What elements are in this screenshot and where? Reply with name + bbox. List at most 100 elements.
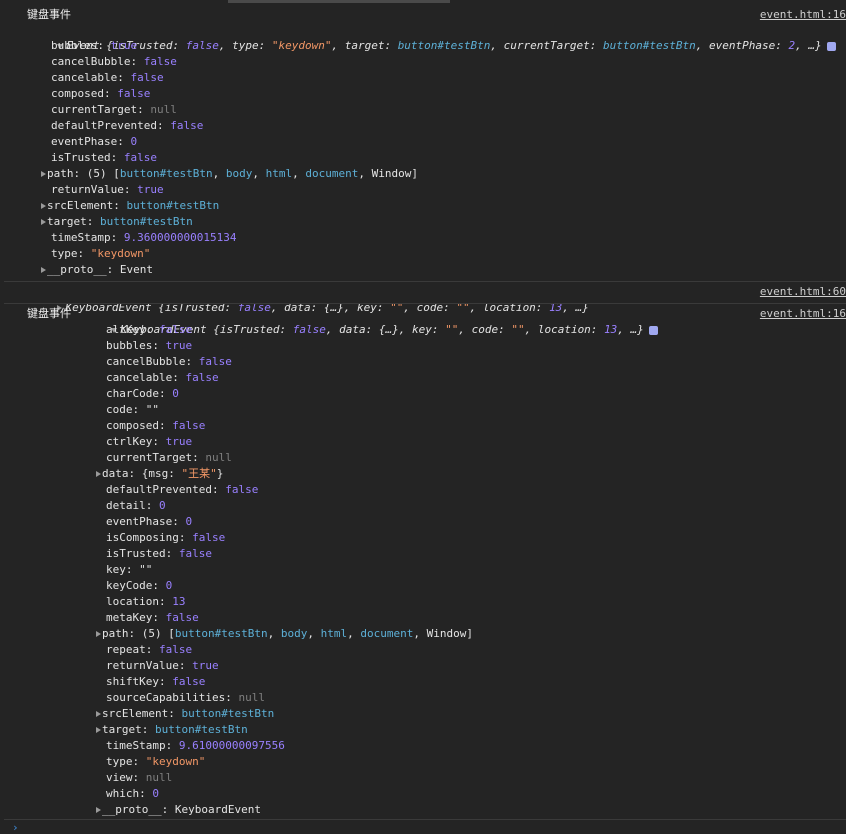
array-suffix: ]	[466, 627, 473, 640]
property-colon: :	[145, 323, 159, 336]
expand-triangle-icon[interactable]	[96, 727, 101, 733]
property-row: defaultPrevented: false	[51, 118, 203, 134]
property-row: cancelable: false	[106, 370, 219, 386]
property-row: timeStamp: 9.61000000097556	[106, 738, 285, 754]
property-row[interactable]: __proto__: Event	[41, 262, 153, 278]
property-colon: :	[165, 739, 179, 752]
property-value: false	[225, 483, 259, 496]
property-row[interactable]: srcElement: button#testBtn	[96, 706, 274, 722]
log-label: 键盘事件	[27, 307, 71, 320]
property-row: metaKey: false	[106, 610, 199, 626]
property-colon: :	[152, 579, 166, 592]
property-colon: :	[152, 339, 166, 352]
object-summary[interactable]: Event {isTrusted: false, type: "keydown"…	[30, 22, 836, 52]
property-key: bubbles	[106, 339, 153, 352]
expand-triangle-icon[interactable]	[96, 711, 101, 717]
property-colon: :	[130, 55, 144, 68]
summary-value: ""	[511, 323, 525, 336]
property-colon: :	[103, 87, 118, 100]
info-icon[interactable]	[648, 325, 658, 335]
property-key: repeat	[106, 643, 146, 656]
property-key: returnValue	[106, 659, 179, 672]
property-row[interactable]: path: (5) [button#testBtn, body, html, d…	[96, 626, 473, 642]
property-value: 0	[172, 387, 179, 400]
summary-value: "keydown"	[271, 39, 332, 52]
property-value: 0	[130, 135, 138, 148]
property-value: false	[159, 323, 193, 336]
info-icon[interactable]	[826, 41, 836, 51]
property-key: which	[106, 787, 140, 800]
summary-key: eventPhase:	[708, 39, 789, 52]
source-link[interactable]: event.html:60	[760, 284, 846, 300]
property-row: bubbles: true	[106, 338, 192, 354]
property-key: metaKey	[106, 611, 153, 624]
property-colon: :	[145, 499, 159, 512]
property-key: code	[106, 403, 133, 416]
array-comma: ,	[252, 167, 266, 180]
expand-triangle-icon[interactable]	[41, 267, 46, 273]
expand-triangle-icon[interactable]	[96, 471, 101, 477]
property-colon: :	[158, 387, 173, 400]
expand-triangle-icon[interactable]	[41, 203, 46, 209]
property-colon: :	[110, 231, 124, 244]
property-key: cancelable	[106, 371, 173, 384]
summary-comma: ,	[331, 39, 345, 52]
property-colon: :	[117, 71, 131, 84]
property-key: shiftKey	[106, 675, 159, 688]
summary-key: type:	[232, 39, 272, 52]
property-row[interactable]: data: {msg: "王某"}	[96, 466, 223, 482]
property-colon: :	[145, 643, 159, 656]
property-colon: :	[178, 659, 193, 672]
expand-triangle-icon[interactable]	[41, 171, 46, 177]
property-colon: :	[211, 483, 226, 496]
property-value: false	[172, 419, 206, 432]
property-row[interactable]: target: button#testBtn	[96, 722, 248, 738]
property-value: 0	[152, 787, 159, 800]
property-value: false	[178, 547, 212, 560]
source-link[interactable]: event.html:16	[760, 306, 846, 322]
array-item: document	[305, 167, 359, 180]
property-value: 9.61000000097556	[178, 739, 285, 752]
top-scrollbar-thumb[interactable]	[228, 0, 450, 3]
property-row: cancelable: false	[51, 70, 164, 86]
property-row: isTrusted: false	[51, 150, 157, 166]
expand-triangle-icon[interactable]	[96, 807, 101, 813]
property-key: bubbles	[51, 39, 98, 52]
object-summary[interactable]: KeyboardEvent {isTrusted: false, data: {…	[30, 284, 589, 314]
property-colon: :	[125, 563, 140, 576]
property-colon: :	[192, 451, 206, 464]
property-colon: :	[178, 531, 193, 544]
property-value: true	[165, 339, 193, 352]
property-row: bubbles: true	[51, 38, 137, 54]
property-value: button#testBtn	[181, 707, 275, 720]
property-key: __proto__	[102, 803, 162, 816]
property-row[interactable]: path: (5) [button#testBtn, body, html, d…	[41, 166, 418, 182]
property-row[interactable]: target: button#testBtn	[41, 214, 193, 230]
property-row: location: 13	[106, 594, 185, 610]
expand-triangle-icon[interactable]	[96, 631, 101, 637]
source-link[interactable]: event.html:16	[760, 7, 846, 23]
property-row: type: "keydown"	[106, 754, 205, 770]
property-row: defaultPrevented: false	[106, 482, 258, 498]
console-prompt-icon[interactable]: ›	[12, 821, 19, 834]
object-summary[interactable]: KeyboardEvent {isTrusted: false, data: {…	[84, 306, 658, 336]
property-row: isTrusted: false	[106, 546, 212, 562]
array-comma: ,	[358, 167, 372, 180]
property-row[interactable]: srcElement: button#testBtn	[41, 198, 219, 214]
property-key: path	[47, 167, 74, 180]
summary-tail: , …}	[617, 323, 644, 336]
property-row[interactable]: __proto__: KeyboardEvent	[96, 802, 261, 818]
property-value: button#testBtn	[155, 723, 248, 736]
expand-triangle-icon[interactable]	[41, 219, 46, 225]
property-key: data	[102, 467, 129, 480]
value-string: "王某"	[181, 467, 217, 480]
property-value: false	[198, 355, 232, 368]
summary-comma: ,	[398, 323, 412, 336]
property-row: keyCode: 0	[106, 578, 172, 594]
property-key: srcElement	[47, 199, 114, 212]
property-key: defaultPrevented	[51, 119, 157, 132]
array-item: button#testBtn	[119, 167, 213, 180]
property-key: eventPhase	[51, 135, 118, 148]
property-colon: :	[86, 215, 100, 228]
property-row: eventPhase: 0	[51, 134, 137, 150]
